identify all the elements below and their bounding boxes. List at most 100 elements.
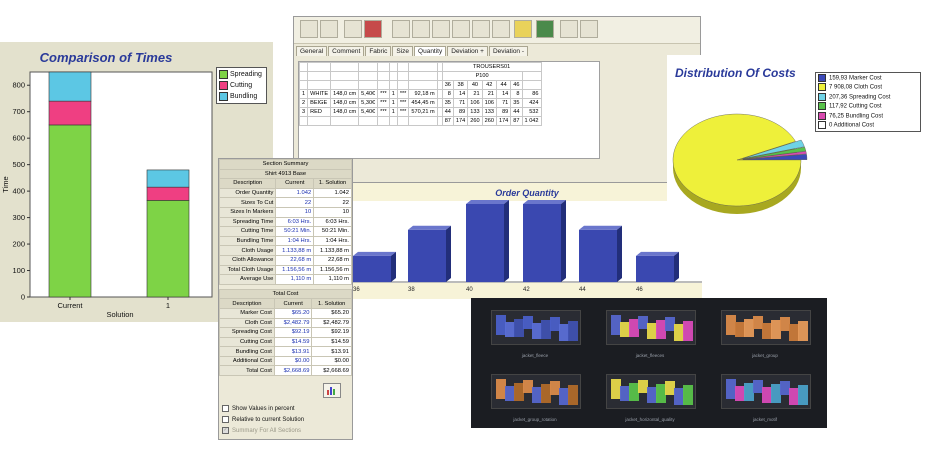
- quantity-cell: 133: [467, 107, 483, 117]
- chart-icon[interactable]: [364, 20, 382, 38]
- summary-all-option[interactable]: ✓ Summary For All Sections: [222, 427, 301, 436]
- solution-value: 1:04 Hrs.: [313, 235, 352, 247]
- table-cell: [377, 80, 390, 90]
- y-tick-label: 800: [12, 81, 25, 90]
- marker-tile[interactable]: jacket_fleece: [481, 302, 589, 359]
- legend-item-spreading: Spreading: [217, 69, 266, 80]
- marker-caption: jacket_motif: [752, 417, 777, 422]
- pie-chart-title: Distribution Of Costs: [675, 66, 796, 80]
- tab-size[interactable]: Size: [392, 46, 414, 56]
- x-tick-label: Current: [57, 301, 83, 310]
- order-bar: [466, 204, 504, 282]
- marker-caption: jacket_horizontal_quality: [625, 417, 675, 422]
- relative-checkbox[interactable]: [222, 416, 229, 423]
- insert-icon[interactable]: [472, 20, 490, 38]
- bar-spreading: [146, 200, 190, 298]
- cost-title: Total Cost: [219, 288, 352, 300]
- summary-all-checkbox[interactable]: ✓: [222, 427, 229, 434]
- marker-tile[interactable]: jacket_group: [711, 302, 819, 359]
- cost-row: Cloth Cost $2,482.79 $2,482.79: [219, 317, 352, 329]
- tab-quantity[interactable]: Quantity: [414, 46, 447, 56]
- times-chart-title: Comparison of Times: [39, 50, 173, 65]
- current-value: 1.133,88 m: [275, 245, 315, 256]
- row-label: Cutting Time: [218, 226, 277, 237]
- table-row[interactable]: 2 BEIGE 148,0 cm 5,30€ *** 1 *** 454,45 m 35 71 10…: [298, 98, 542, 108]
- x-tick-label: 42: [523, 287, 530, 293]
- row-stars-cell: ***: [377, 107, 390, 117]
- pie-legend-item: 0 Additional Cost: [816, 120, 920, 130]
- x-tick-label: 46: [636, 287, 643, 293]
- quantity-cell: 106: [481, 98, 497, 108]
- table-cell: [377, 71, 390, 81]
- solution-value: $0.00: [311, 355, 352, 367]
- show-percent-checkbox[interactable]: [222, 405, 229, 412]
- tab-fabric[interactable]: Fabric: [365, 46, 392, 56]
- quantity-grid: TROUSERS01 P100 36 38 40 42 44 46 1 WHITE 148,0 cm…: [298, 61, 600, 159]
- row-label: Order Quantity: [218, 187, 277, 199]
- table-cell: [388, 116, 398, 126]
- y-tick-label: 700: [12, 107, 25, 116]
- relative-option[interactable]: Relative to current Solution: [222, 416, 304, 425]
- cost-row: Total Cost $2,668.69 $2,668.69: [219, 365, 352, 377]
- bar-side: [674, 251, 679, 282]
- move-down-icon[interactable]: [452, 20, 470, 38]
- legend-swatch: [818, 111, 826, 120]
- row-n-cell: 3: [298, 107, 309, 117]
- legend-swatch: [818, 120, 826, 129]
- summary-row: Cutting Time 50:21 Min. 50:21 Min.: [218, 226, 352, 237]
- tree-expand-icon[interactable]: [412, 20, 430, 38]
- column-header: Current: [275, 178, 315, 189]
- row-label: Average Use: [218, 274, 277, 285]
- quantity-cell: 8: [441, 89, 454, 99]
- legend-label: Cutting: [230, 82, 253, 89]
- document-icon[interactable]: [344, 20, 362, 38]
- pie-legend: 159,93 Marker Cost 7 908,08 Cloth Cost 207…: [815, 72, 921, 133]
- table-header-row: 36 38 40 42 44 46: [298, 80, 542, 90]
- save-icon[interactable]: [300, 20, 318, 38]
- marker-tile[interactable]: jacket_fleeces: [596, 302, 704, 359]
- calculator-icon[interactable]: [536, 20, 554, 38]
- row-total-cell: 424: [521, 98, 542, 108]
- tab-deviation-minus[interactable]: Deviation -: [488, 46, 529, 56]
- solution-value: 22: [313, 197, 352, 208]
- x-tick-label: 1: [166, 301, 170, 310]
- marker-thumbnail: [491, 374, 581, 409]
- delete-icon[interactable]: [492, 20, 510, 38]
- preview-icon[interactable]: [580, 20, 598, 38]
- chart-button[interactable]: [323, 383, 341, 398]
- marker-tile[interactable]: jacket_horizontal_quality: [596, 366, 704, 423]
- x-tick-label: 36: [353, 287, 360, 293]
- current-value: $14.59: [273, 336, 313, 348]
- tree-icon[interactable]: [392, 20, 410, 38]
- size-header: 40: [467, 80, 483, 90]
- row-stars2-cell: ***: [396, 89, 410, 99]
- summary-row: Average Use 1,110 m 1,110 m: [218, 274, 352, 285]
- quantity-cell: 14: [452, 89, 469, 99]
- current-value: $13.91: [273, 346, 313, 357]
- move-up-icon[interactable]: [432, 20, 450, 38]
- marker-tile[interactable]: jacket_motif: [711, 366, 819, 423]
- table-row[interactable]: 1 WHITE 148,0 cm 5,40€ *** 1 *** 92,18 m 8 14 21 21…: [298, 89, 542, 99]
- show-percent-option[interactable]: Show Values in percent: [222, 405, 295, 414]
- summary-table: Section Summary Shirt 4913 Base Descriptio…: [218, 159, 352, 285]
- solution-value: $92.19: [311, 327, 352, 338]
- export-icon[interactable]: [514, 20, 532, 38]
- tab-deviation-plus[interactable]: Deviation +: [447, 46, 488, 56]
- row-c-cell: 1: [388, 107, 398, 117]
- totals-row: 87 174 260 260 174 87 1 042: [298, 116, 542, 126]
- current-value: 10: [275, 206, 315, 218]
- solution-value: 10: [313, 206, 352, 218]
- print-icon[interactable]: [560, 20, 578, 38]
- table-row[interactable]: 3 RED 148,0 cm 5,40€ *** 1 *** 570,21 m 44 89 133 1…: [298, 107, 542, 117]
- row-label: Sizes In Markers: [218, 206, 277, 218]
- table-cell: [377, 116, 390, 126]
- bar-top: [408, 225, 451, 230]
- tab-comment[interactable]: Comment: [328, 46, 365, 56]
- tab-general[interactable]: General: [296, 46, 328, 56]
- marker-tile[interactable]: jacket_group_rotation: [481, 366, 589, 423]
- current-value: 6:03 Hrs.: [275, 216, 315, 228]
- open-icon[interactable]: [320, 20, 338, 38]
- order-bar: [636, 255, 674, 282]
- y-tick-label: 100: [12, 266, 25, 275]
- cost-row: Bundling Cost $13.91 $13.91: [219, 346, 352, 357]
